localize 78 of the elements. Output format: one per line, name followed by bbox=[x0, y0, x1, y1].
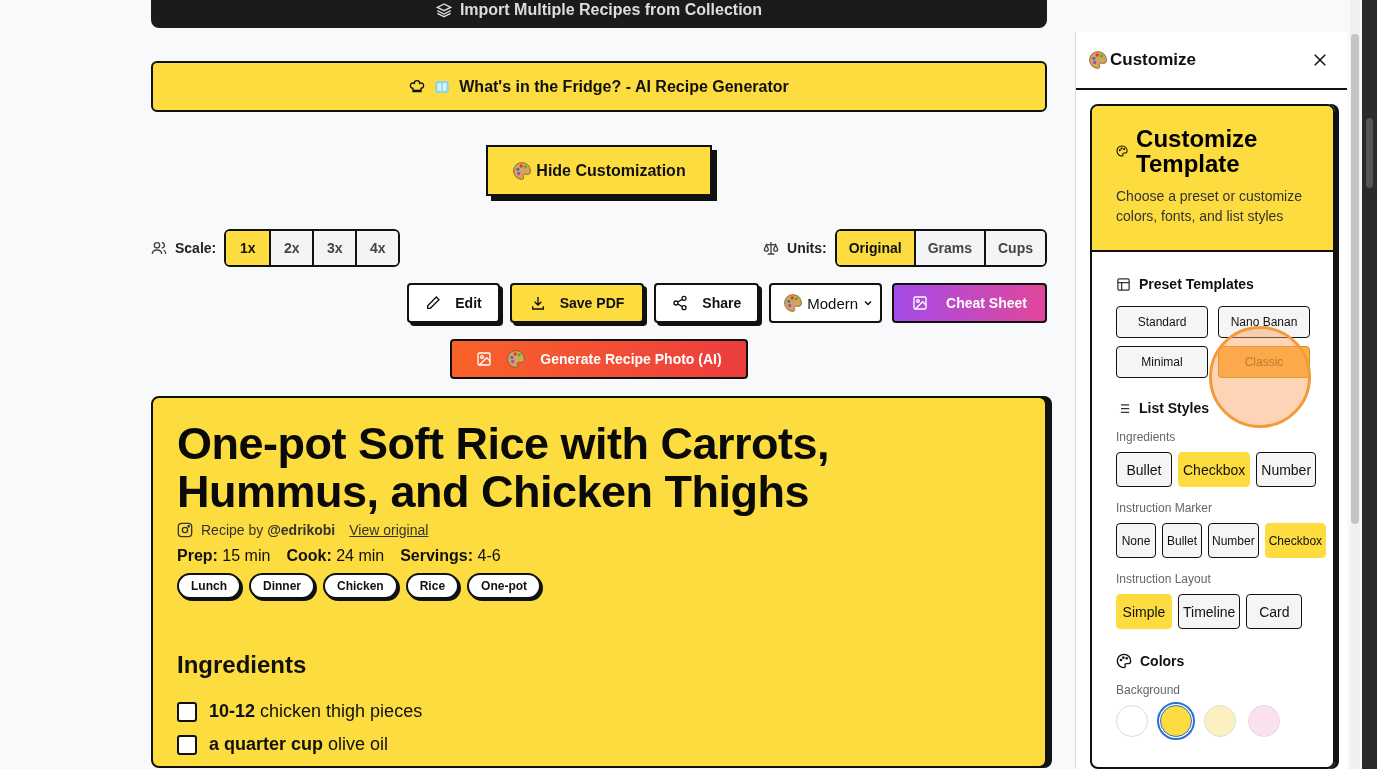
segment-option[interactable]: 2x bbox=[269, 231, 313, 265]
image-icon bbox=[476, 351, 493, 367]
section-heading: Preset Templates bbox=[1139, 276, 1254, 292]
generate-photo-button[interactable]: Generate Recipe Photo (AI) bbox=[450, 339, 748, 379]
palette-icon bbox=[783, 293, 804, 313]
people-icon bbox=[151, 240, 167, 256]
save-pdf-button[interactable]: Save PDF bbox=[509, 283, 645, 323]
option-label: Ingredients bbox=[1116, 430, 1177, 444]
pencil-icon bbox=[425, 295, 442, 311]
section-heading: Colors bbox=[1140, 653, 1185, 669]
option-button[interactable]: Simple bbox=[1116, 594, 1172, 629]
ai-generator-button[interactable]: What's in the Fridge? - AI Recipe Generator bbox=[151, 61, 1047, 112]
tag: Chicken bbox=[323, 573, 398, 599]
tag: Rice bbox=[405, 573, 460, 599]
option-label: Background bbox=[1116, 683, 1182, 697]
share-button[interactable]: Share bbox=[654, 283, 760, 323]
chef-hat-icon bbox=[409, 78, 426, 95]
option-button[interactable]: Bullet bbox=[1116, 452, 1172, 487]
import-button[interactable]: Import Multiple Recipes from Collection bbox=[151, 0, 1047, 28]
ingredient-text: 10-12 chicken thigh pieces bbox=[209, 701, 423, 722]
instagram-icon bbox=[177, 522, 193, 538]
option-button[interactable]: Card bbox=[1246, 594, 1303, 629]
option-button[interactable]: Timeline bbox=[1178, 594, 1241, 629]
color-swatch[interactable] bbox=[1160, 705, 1192, 737]
checkbox[interactable] bbox=[177, 734, 197, 755]
option-button[interactable]: Checkbox bbox=[1264, 523, 1327, 558]
palette-icon bbox=[1116, 653, 1132, 669]
scale-label: Scale: bbox=[175, 240, 217, 256]
download-icon bbox=[529, 295, 546, 311]
option-button[interactable]: Number bbox=[1256, 452, 1317, 487]
tag: Dinner bbox=[249, 573, 315, 599]
layers-icon bbox=[435, 1, 452, 18]
option-button[interactable]: Checkbox bbox=[1178, 452, 1251, 487]
section-heading: List Styles bbox=[1139, 400, 1210, 416]
palette-icon bbox=[1088, 50, 1108, 70]
option-label: Instruction Marker bbox=[1116, 501, 1214, 515]
units-label: Units: bbox=[787, 240, 827, 256]
layout-icon bbox=[1116, 276, 1131, 292]
option-button[interactable]: None bbox=[1116, 523, 1156, 558]
balance-scale-icon bbox=[763, 240, 780, 256]
close-icon bbox=[1311, 51, 1329, 69]
share-icon bbox=[672, 295, 689, 311]
edit-button[interactable]: Edit bbox=[407, 283, 500, 323]
checkbox[interactable] bbox=[177, 701, 197, 722]
recipe-credit: Recipe by @edrikobi bbox=[201, 522, 336, 538]
card-title: Customize Template bbox=[1136, 126, 1259, 176]
card-description: Choose a preset or customize colors, fonts, and list styles bbox=[1116, 187, 1303, 226]
palette-icon bbox=[512, 160, 533, 181]
segment-option[interactable]: 1x bbox=[226, 231, 270, 265]
palette-icon bbox=[506, 349, 527, 369]
panel-title: Customize bbox=[1110, 50, 1196, 70]
recipe-meta: Prep: 15 min bbox=[177, 547, 271, 565]
recipe-meta: Cook: 24 min bbox=[286, 547, 385, 565]
option-button[interactable]: Standard bbox=[1116, 306, 1208, 338]
tag: One-pot bbox=[467, 573, 542, 599]
option-button[interactable]: Number bbox=[1208, 523, 1259, 558]
option-button[interactable]: Nano Banan bbox=[1218, 306, 1310, 338]
recipe-title: One-pot Soft Rice with Carrots, Hummus, and Chicken Thighs bbox=[177, 420, 831, 516]
segment-option[interactable]: 3x bbox=[312, 231, 356, 265]
image-icon bbox=[912, 295, 929, 311]
ingredient-text: a quarter cup olive oil bbox=[209, 734, 389, 755]
tag: Lunch bbox=[177, 573, 241, 599]
close-button[interactable] bbox=[1311, 51, 1329, 69]
segment-option[interactable]: Grams bbox=[913, 231, 984, 265]
cheat-sheet-button[interactable]: Cheat Sheet bbox=[892, 283, 1047, 323]
segment-option[interactable]: Cups bbox=[984, 231, 1045, 265]
option-button[interactable]: Bullet bbox=[1162, 523, 1202, 558]
segment-option[interactable]: Original bbox=[836, 231, 914, 265]
scrollbar-thumb[interactable] bbox=[1366, 118, 1373, 188]
scrollbar-thumb[interactable] bbox=[1351, 34, 1359, 524]
style-dropdown[interactable]: Modern bbox=[769, 283, 883, 323]
option-button[interactable]: Minimal bbox=[1116, 346, 1208, 378]
option-label: Instruction Layout bbox=[1116, 572, 1212, 586]
palette-icon bbox=[1116, 143, 1129, 159]
view-original-link[interactable]: View original bbox=[349, 522, 429, 538]
section-heading: Ingredients bbox=[177, 651, 308, 679]
recipe-meta: Servings: 4-6 bbox=[400, 547, 501, 565]
segment-option[interactable]: 4x bbox=[355, 231, 399, 265]
